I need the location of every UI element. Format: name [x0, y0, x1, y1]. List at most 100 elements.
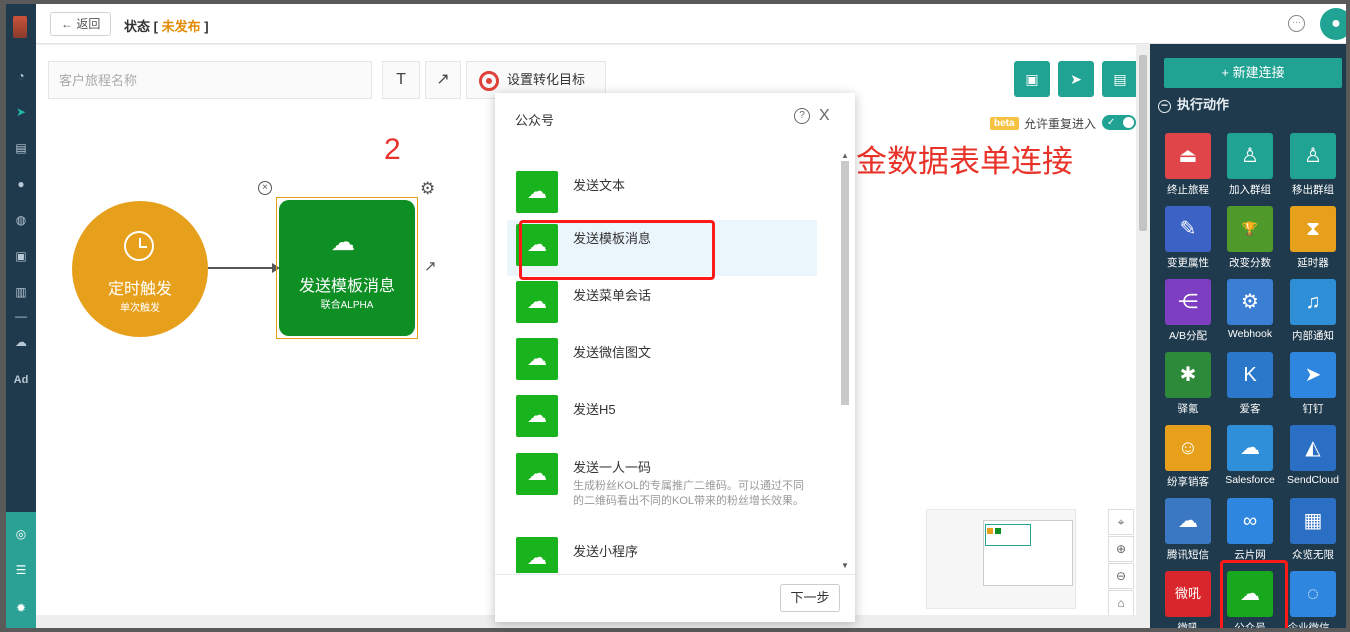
publish-button[interactable]: ➤: [1058, 61, 1094, 97]
action-tile[interactable]: ✎: [1165, 206, 1211, 252]
message-type-option[interactable]: ☁ 发送小程序: [507, 533, 817, 573]
modal-footer: 下一步: [495, 574, 855, 622]
action-tile[interactable]: 微吼: [1165, 571, 1211, 617]
action-tile[interactable]: ⏏: [1165, 133, 1211, 179]
node-delete-icon[interactable]: ×: [258, 181, 272, 195]
status-value: 未发布: [161, 19, 201, 34]
back-button[interactable]: ← 返回: [50, 12, 112, 36]
bookmark-icon[interactable]: ▣: [6, 248, 36, 264]
journey-name-input[interactable]: [48, 61, 372, 99]
action-tile[interactable]: ☁: [1165, 498, 1211, 544]
zoom-in-icon[interactable]: ⊕: [1108, 536, 1134, 562]
wechat-icon: ☁: [516, 537, 558, 573]
settings-icon[interactable]: ✹: [6, 600, 36, 616]
action-tile[interactable]: ◌: [1290, 571, 1336, 617]
action-tile-label: 腾讯短信: [1167, 549, 1209, 561]
message-type-option[interactable]: ☁ 发送菜单会话: [507, 277, 817, 327]
allow-repeat-toggle[interactable]: ✓: [1102, 115, 1136, 130]
message-type-option[interactable]: ☁ 发送一人一码 生成粉丝KOL的专属推广二维码。可以通过不同的二维码看出不同的KO…: [507, 449, 817, 529]
action-tile-label: 内部通知: [1292, 330, 1334, 342]
action-tile[interactable]: ✱: [1165, 352, 1211, 398]
action-tile-label: 加入群组: [1229, 184, 1271, 196]
journey-status: 状态 [ 未发布 ]: [124, 16, 209, 35]
ad-icon[interactable]: Ad: [6, 372, 36, 388]
section-header[interactable]: − 执行动作: [1158, 94, 1229, 113]
clock-icon: [124, 231, 154, 261]
modal-scrollbar[interactable]: ▲ ▼: [839, 151, 851, 573]
action-tile[interactable]: ⧗: [1290, 206, 1336, 252]
next-step-button[interactable]: 下一步: [780, 584, 840, 612]
user-icon[interactable]: ●: [6, 176, 36, 192]
action-tile-label: Webhook: [1227, 328, 1273, 340]
action-tile-label: 终止旅程: [1167, 184, 1209, 196]
wx-node-sub: 联合ALPHA: [320, 300, 374, 311]
table-icon[interactable]: ▤: [6, 140, 36, 156]
section-title: 执行动作: [1177, 97, 1230, 112]
send-icon: ➤: [1070, 71, 1082, 87]
target-icon: [479, 71, 499, 91]
action-tile[interactable]: ⋲: [1165, 279, 1211, 325]
message-type-option[interactable]: ☁ 发送微信图文: [507, 334, 817, 384]
option-title: 发送小程序: [573, 544, 639, 559]
layout-icon: ▤: [1113, 71, 1127, 87]
action-tile[interactable]: ☺: [1165, 425, 1211, 471]
app-logo: [13, 16, 27, 38]
journey-icon[interactable]: ➤: [6, 104, 36, 120]
scroll-up-icon[interactable]: ▲: [841, 151, 849, 160]
help-icon[interactable]: ?: [794, 108, 810, 124]
wechat-icon: ☁: [516, 281, 558, 323]
wechat-nav-icon[interactable]: ☁: [6, 334, 36, 350]
message-type-option[interactable]: ☁ 发送文本: [507, 167, 817, 217]
status-bracket: ]: [200, 19, 209, 34]
message-type-option[interactable]: ☁ 发送H5: [507, 391, 817, 441]
wechat-icon: ☁: [516, 453, 558, 495]
scroll-thumb[interactable]: [1139, 55, 1147, 231]
fit-icon[interactable]: ⌂: [1108, 590, 1134, 616]
action-tile[interactable]: ☁: [1227, 425, 1273, 471]
option-title: 发送菜单会话: [573, 288, 652, 303]
layout-button[interactable]: ▤: [1102, 61, 1138, 97]
close-icon[interactable]: X: [819, 107, 830, 125]
text-tool-button[interactable]: T: [382, 61, 420, 99]
server-icon[interactable]: ☰: [6, 562, 36, 578]
chart-icon[interactable]: ▥: [6, 284, 36, 300]
locate-icon[interactable]: ⌖: [1108, 509, 1134, 535]
action-tile-label: 移出群组: [1292, 184, 1334, 196]
beta-badge: beta: [990, 117, 1019, 130]
new-connection-button[interactable]: + 新建连接: [1164, 58, 1342, 88]
action-tile[interactable]: ♙: [1290, 133, 1336, 179]
action-tile-label: 延时器: [1297, 257, 1329, 269]
network-icon[interactable]: ◎: [6, 526, 36, 542]
scroll-thumb[interactable]: [841, 161, 849, 405]
action-tile-label: 爱客: [1239, 403, 1261, 415]
minimap[interactable]: [926, 509, 1076, 609]
action-tile[interactable]: ♙: [1227, 133, 1273, 179]
timer-trigger-node[interactable]: 定时触发 单次触发: [72, 201, 208, 337]
avatar[interactable]: ●: [1320, 8, 1346, 40]
action-tile[interactable]: ♫: [1290, 279, 1336, 325]
canvas-vertical-scrollbar[interactable]: [1136, 45, 1150, 615]
action-tile[interactable]: K: [1227, 352, 1273, 398]
arrow-tool-button[interactable]: ↗: [425, 61, 461, 99]
save-button[interactable]: ▣: [1014, 61, 1050, 97]
action-tile[interactable]: 🏆: [1227, 206, 1273, 252]
users-icon[interactable]: ◍: [6, 212, 36, 228]
collapse-icon: −: [1158, 99, 1171, 113]
action-tile[interactable]: ⚙: [1227, 279, 1273, 325]
node-settings-icon[interactable]: ⚙: [420, 179, 435, 199]
action-tile-label: 改变分数: [1229, 257, 1271, 269]
template-message-node[interactable]: ☁ 发送模板消息 联合ALPHA: [279, 200, 415, 336]
minimap-viewport[interactable]: [985, 524, 1031, 546]
action-tile-label: 企业微信...: [1287, 622, 1339, 628]
wechat-icon: ☁: [516, 338, 558, 380]
action-tile[interactable]: ∞: [1227, 498, 1273, 544]
action-tile[interactable]: ➤: [1290, 352, 1336, 398]
scroll-down-icon[interactable]: ▼: [841, 561, 849, 570]
chat-icon[interactable]: ···: [1288, 15, 1305, 32]
action-tile[interactable]: ◭: [1290, 425, 1336, 471]
node-output-handle-icon[interactable]: ↗: [424, 257, 437, 275]
action-tile[interactable]: ▦: [1290, 498, 1336, 544]
zoom-out-icon[interactable]: ⊖: [1108, 563, 1134, 589]
rail-bottom: ◎ ☰ ✹: [6, 512, 36, 628]
dashboard-icon[interactable]: ◔: [6, 68, 36, 84]
